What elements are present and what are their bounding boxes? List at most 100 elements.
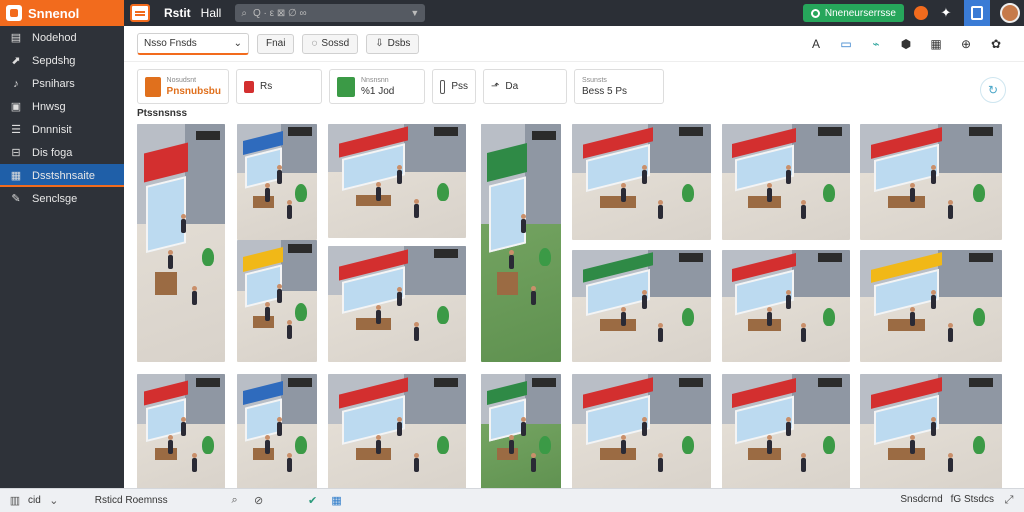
sidebar-item-dnnnisit[interactable]: ☰ Dnnnisit (0, 118, 124, 141)
share-icon[interactable]: ✿ (988, 36, 1004, 52)
sidebar-item-dsstshnsaite[interactable]: ▦ Dsstshnsaite (0, 164, 124, 187)
chevron-down-icon[interactable]: ⌄ (47, 494, 61, 508)
main-content: Nsso Fnsds ⌄ Fnai ◌ Sossd ⇩ Dsbs A ▭ ⌁ ⬢… (124, 26, 1024, 488)
store-image-tile[interactable] (137, 124, 225, 362)
store-image-tile[interactable] (481, 124, 561, 362)
sidebar-item-label: Dis foga (32, 146, 73, 159)
menu-icon[interactable] (130, 4, 150, 22)
grid-icon[interactable]: ▦ (330, 494, 344, 508)
filter-chip-sossd[interactable]: ◌ Sossd (302, 33, 359, 54)
summary-card[interactable]: Nnsnsnn %1 Jod (329, 69, 425, 104)
person-figure (948, 453, 953, 472)
store-image-tile[interactable] (328, 374, 466, 488)
plant-icon (972, 308, 985, 327)
summary-card[interactable]: Rs (236, 69, 322, 104)
store-image-tile[interactable] (860, 374, 1002, 488)
store-counter (253, 448, 274, 461)
notification-icon[interactable] (914, 6, 928, 20)
store-image-tile[interactable] (237, 240, 317, 362)
grid-view-icon[interactable]: ▦ (928, 36, 944, 52)
card-title: %1 Jod (361, 85, 395, 97)
plant-icon (822, 184, 835, 203)
sidebar-item-label: Hnwsg (32, 100, 66, 113)
avatar[interactable] (1000, 3, 1020, 23)
store-image-tile[interactable] (237, 374, 317, 488)
store-counter (154, 271, 178, 296)
store-image-tile[interactable] (722, 124, 850, 240)
filter-icon[interactable]: ⊘ (252, 494, 266, 508)
card-subtitle: Nosudsnt (166, 76, 197, 84)
sidebar-item-label: Nodehod (32, 31, 77, 44)
person-figure (265, 183, 270, 202)
store-image-tile[interactable] (572, 250, 711, 362)
plant-icon (437, 306, 450, 325)
person-figure (414, 322, 419, 341)
plant-icon (682, 436, 695, 455)
sidebar-item-senclsge[interactable]: ✎ Senclsge (0, 187, 124, 210)
tag-icon[interactable]: ⌁ (868, 36, 884, 52)
card-title: Bess 5 Ps (582, 85, 628, 97)
logo-icon (6, 5, 22, 21)
refresh-icon[interactable]: ↻ (980, 77, 1006, 103)
sidebar-item-hnwsg[interactable]: ▣ Hnwsg (0, 95, 124, 118)
store-image-tile[interactable] (722, 374, 850, 488)
person-figure (621, 183, 626, 202)
store-counter (253, 195, 274, 208)
store-image-tile[interactable] (860, 250, 1002, 362)
summary-card[interactable]: Ssunsts Bess 5 Ps (574, 69, 664, 104)
search-input[interactable]: ⌕ Q · ε ⊠ ∅ ∞ ▼ (235, 4, 426, 22)
store-image-tile[interactable] (860, 124, 1002, 240)
tool-icon[interactable]: ✦ (938, 5, 954, 21)
font-icon[interactable]: A (808, 36, 824, 52)
sidebar-item-psnihars[interactable]: ♪ Psnihars (0, 72, 124, 95)
filter-select[interactable]: Nsso Fnsds ⌄ (137, 32, 249, 55)
store-image-tile[interactable] (481, 374, 561, 488)
layout-icon[interactable]: ▥ (8, 494, 22, 508)
sidebar-item-label: Sepdshg (32, 54, 76, 67)
card-title: Da (505, 81, 519, 92)
store-image-tile[interactable] (137, 374, 225, 488)
filter-chip-fnai[interactable]: Fnai (257, 33, 295, 54)
filter-chip-dsbs[interactable]: ⇩ Dsbs (366, 33, 420, 54)
toolbar: A ▭ ⌁ ⬢ ▦ ⊕ ✿ (808, 36, 1024, 52)
person-figure (397, 417, 402, 436)
status-label: Nneneurserrsse (824, 7, 896, 19)
store-counter (599, 195, 636, 208)
search-icon[interactable]: ⌕ (228, 494, 242, 508)
store-sign (969, 127, 994, 137)
sidebar-item-nodehod[interactable]: ▤ Nodehod (0, 26, 124, 49)
plant-icon (437, 436, 450, 455)
plant-icon (437, 183, 450, 202)
store-image-tile[interactable] (572, 374, 711, 488)
chevron-down-icon[interactable]: ▼ (410, 8, 419, 18)
store-image-tile[interactable] (572, 124, 711, 240)
store-sign (433, 127, 458, 137)
brand[interactable]: Snnenol (0, 0, 124, 26)
summary-card[interactable]: Nosudsnt Pnsnubsbu (137, 69, 229, 104)
settings-icon[interactable]: ⬢ (898, 36, 914, 52)
image-icon[interactable]: ▭ (838, 36, 854, 52)
target-icon[interactable]: ⊕ (958, 36, 974, 52)
store-image-tile[interactable] (722, 250, 850, 362)
store-image-tile[interactable] (328, 124, 466, 238)
person-figure (910, 435, 915, 454)
maximize-icon[interactable]: ⤢ (1002, 494, 1016, 508)
person-figure (168, 250, 173, 269)
status-button[interactable]: Nneneurserrsse (802, 4, 904, 22)
filter-bar: Nsso Fnsds ⌄ Fnai ◌ Sossd ⇩ Dsbs A ▭ ⌁ ⬢… (124, 26, 1024, 62)
summary-card[interactable]: ⬏ Da (483, 69, 567, 104)
store-image-tile[interactable] (237, 124, 317, 240)
plant-icon (822, 436, 835, 455)
store-image-tile[interactable] (328, 246, 466, 362)
sidebar-item-sepdshg[interactable]: ⬈ Sepdshg (0, 49, 124, 72)
sidebar-item-dis-foga[interactable]: ⊟ Dis foga (0, 141, 124, 164)
person-figure (168, 435, 173, 454)
doc-button[interactable] (964, 0, 990, 26)
store-sign (818, 127, 843, 137)
person-figure (801, 453, 806, 472)
store-sign (195, 377, 220, 387)
store-sign (433, 377, 458, 387)
summary-card[interactable]: Pss (432, 69, 476, 104)
store-sign (678, 377, 703, 387)
check-icon[interactable]: ✔ (306, 494, 320, 508)
